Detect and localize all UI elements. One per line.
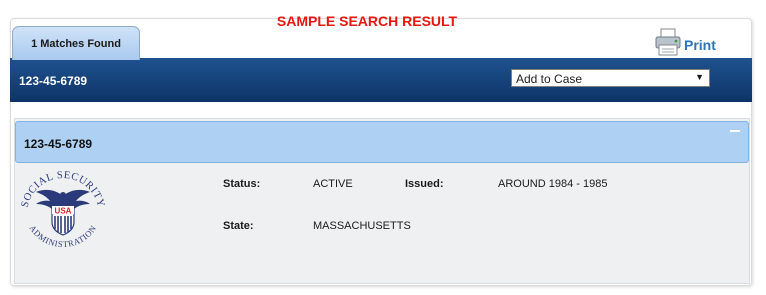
dropdown-selected-value: Add to Case [516, 72, 583, 86]
record-ssn: 123-45-6789 [24, 137, 93, 151]
state-label: State: [223, 220, 254, 232]
add-to-case-dropdown[interactable]: Add to Case ▼ [511, 69, 710, 87]
printer-icon [655, 28, 681, 56]
status-value: ACTIVE [313, 178, 353, 190]
print-button[interactable]: Print [654, 27, 720, 57]
state-value: MASSACHUSETTS [313, 220, 411, 232]
print-label: Print [684, 37, 716, 53]
dropdown-arrow-icon: ▼ [695, 72, 704, 82]
tab-matches-found[interactable]: 1 Matches Found [12, 26, 140, 60]
header-ssn: 123-45-6789 [19, 74, 88, 88]
ssa-seal-logo: SOCIAL SECURITY ADMINISTRATION USA [18, 166, 108, 261]
svg-text:USA: USA [55, 207, 72, 216]
status-label: Status: [223, 178, 261, 190]
record-header: 123-45-6789 [15, 121, 749, 163]
tab-label: 1 Matches Found [31, 38, 121, 50]
issued-value: AROUND 1984 - 1985 [498, 178, 608, 190]
minus-icon[interactable] [730, 130, 740, 132]
issued-label: Issued: [405, 178, 444, 190]
